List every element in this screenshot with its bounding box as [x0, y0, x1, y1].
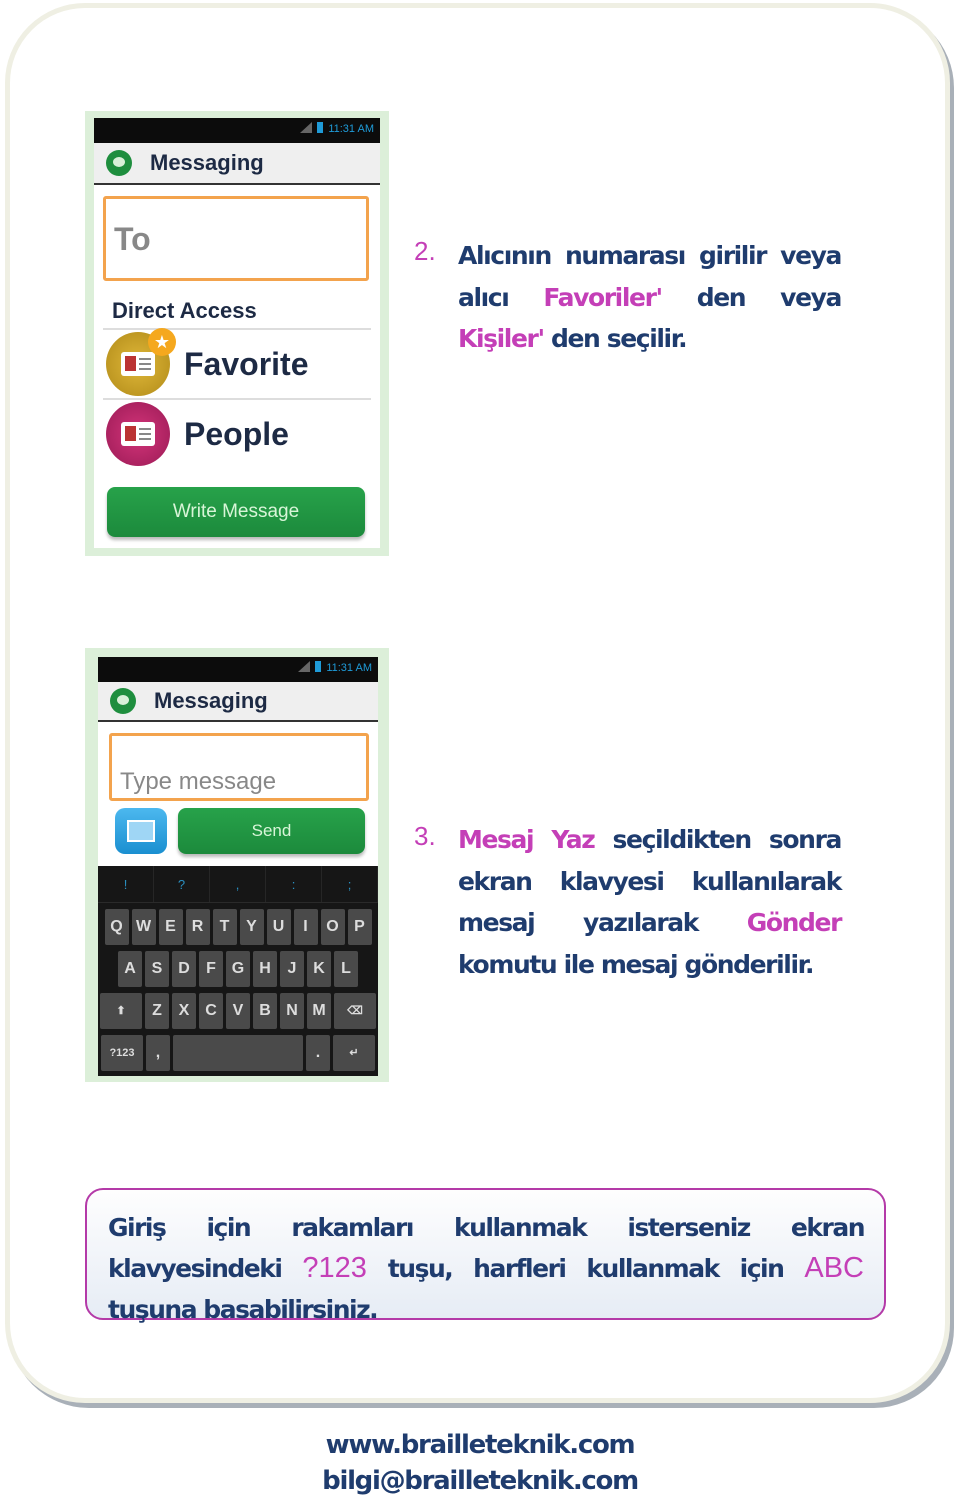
key-;[interactable]: ; [322, 866, 378, 902]
step-number-3: 3. [414, 821, 436, 851]
image-icon [127, 820, 155, 842]
key-P[interactable]: P [347, 909, 372, 945]
favorite-contact-icon: ★ [106, 328, 176, 396]
key-?[interactable]: ? [154, 866, 210, 902]
to-placeholder: To [114, 221, 151, 257]
battery-icon [317, 122, 324, 133]
key-V[interactable]: V [226, 993, 250, 1029]
favorite-item[interactable]: ★ Favorite [103, 328, 371, 398]
messaging-app-icon [106, 150, 132, 176]
key-Y[interactable]: Y [239, 909, 264, 945]
key-C[interactable]: C [199, 993, 223, 1029]
key-M[interactable]: M [307, 993, 331, 1029]
space-key[interactable] [173, 1035, 303, 1071]
attach-image-button[interactable] [115, 808, 167, 854]
status-bar: 11:31 AM [94, 118, 380, 143]
key-T[interactable]: T [212, 909, 237, 945]
key-I[interactable]: I [293, 909, 318, 945]
people-label: People [184, 415, 289, 452]
battery-icon [315, 661, 322, 672]
step-3-text: Mesaj Yaz seçildikten sonra ekran klavye… [458, 825, 842, 979]
key-,[interactable]: , [210, 866, 266, 902]
key-U[interactable]: U [266, 909, 291, 945]
star-icon: ★ [148, 328, 176, 356]
key-L[interactable]: L [334, 951, 358, 987]
key-B[interactable]: B [253, 993, 277, 1029]
signal-icon [298, 661, 311, 672]
key-K[interactable]: K [307, 951, 331, 987]
key-X[interactable]: X [172, 993, 196, 1029]
key-H[interactable]: H [253, 951, 277, 987]
app-title: Messaging [150, 150, 264, 175]
send-button[interactable]: Send [178, 808, 365, 854]
onscreen-keyboard: !?,:; QWERTYUIOP ASDFGHJKL ⬆ Z X C V B N M ⌫ ?1… [98, 866, 378, 1076]
favorite-label: Favorite [184, 345, 309, 382]
app-title: Messaging [154, 688, 268, 713]
app-title-bar: Messaging [98, 682, 378, 722]
enter-key[interactable]: ↵ [333, 1035, 375, 1071]
step-2-text: Alıcının numarası girilir veya alıcı Fav… [458, 241, 842, 353]
key-G[interactable]: G [226, 951, 250, 987]
key-F[interactable]: F [199, 951, 223, 987]
footer-email[interactable]: bilgi@brailleteknik.com [0, 1466, 960, 1496]
info-note-box: Giriş için rakamları kullanmak isterseni… [85, 1188, 886, 1324]
clock: 11:31 AM [326, 662, 372, 674]
key-D[interactable]: D [172, 951, 196, 987]
key-Z[interactable]: Z [145, 993, 169, 1029]
app-title-bar: Messaging [94, 143, 380, 185]
phone-screenshot-recipient: 11:31 AM Messaging To Direct Access ★ Fa… [85, 111, 389, 556]
key-J[interactable]: J [280, 951, 304, 987]
key-Q[interactable]: Q [104, 909, 129, 945]
people-contact-icon [106, 402, 170, 466]
footer-website[interactable]: www.brailleteknik.com [0, 1430, 960, 1460]
message-placeholder: Type message [120, 768, 277, 795]
key-O[interactable]: O [320, 909, 345, 945]
status-bar: 11:31 AM [98, 657, 378, 682]
key-S[interactable]: S [145, 951, 169, 987]
key-![interactable]: ! [98, 866, 154, 902]
step-number-2: 2. [414, 236, 436, 266]
key-W[interactable]: W [131, 909, 156, 945]
people-item[interactable]: People [103, 398, 371, 468]
key-:[interactable]: : [266, 866, 322, 902]
write-message-button[interactable]: Write Message [107, 487, 365, 537]
message-field[interactable]: Type message [109, 733, 369, 801]
key-R[interactable]: R [185, 909, 210, 945]
key-E[interactable]: E [158, 909, 183, 945]
phone-screenshot-compose: 11:31 AM Messaging Type message Send !?,… [85, 648, 389, 1082]
key-A[interactable]: A [118, 951, 142, 987]
to-field[interactable]: To [103, 196, 369, 281]
period-key[interactable]: . [306, 1035, 330, 1071]
comma-key[interactable]: , [146, 1035, 170, 1071]
backspace-key[interactable]: ⌫ [334, 993, 376, 1029]
numbers-key[interactable]: ?123 [101, 1035, 143, 1071]
shift-key[interactable]: ⬆ [100, 993, 142, 1029]
direct-access-heading: Direct Access [112, 298, 257, 323]
messaging-app-icon [110, 688, 136, 714]
signal-icon [300, 122, 313, 133]
key-N[interactable]: N [280, 993, 304, 1029]
clock: 11:31 AM [328, 123, 374, 135]
